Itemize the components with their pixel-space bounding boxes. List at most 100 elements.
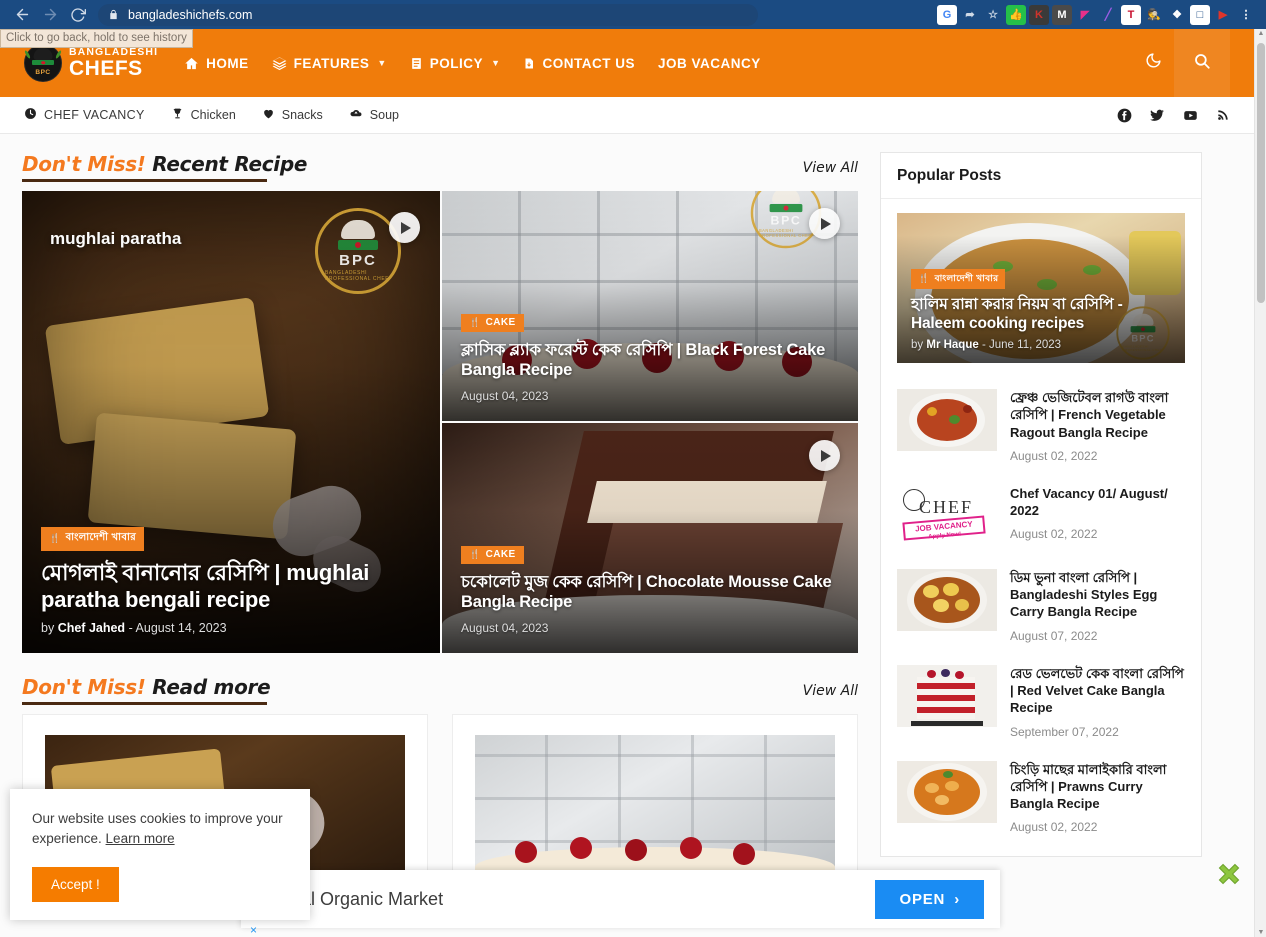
nav-item-contact-us[interactable]: CONTACT US (523, 56, 635, 71)
search-button[interactable] (1174, 29, 1230, 97)
badge-label: CAKE (485, 549, 516, 561)
close-icon[interactable] (1216, 861, 1242, 887)
address-bar[interactable]: bangladeshichefs.com (98, 3, 758, 26)
rss-icon[interactable] (1216, 108, 1230, 122)
section-prefix: Don't Miss! (22, 152, 146, 176)
post-title: ডিম ভুনা বাংলা রেসিপি | Bangladeshi Styl… (1010, 569, 1158, 620)
thumbs-up-extension-icon[interactable]: 👍 (1006, 4, 1026, 25)
nav-label: JOB VACANCY (657, 55, 761, 71)
post-author[interactable]: Chef Jahed (58, 621, 125, 635)
nav-item-job-vacancy[interactable]: JOB VACANCY (658, 56, 761, 71)
post-author[interactable]: Mr Haque (926, 339, 978, 351)
utensils-icon: 🍴 (49, 533, 61, 544)
header-actions (1132, 29, 1230, 97)
nav-item-features[interactable]: FEATURES ▼ (272, 56, 387, 71)
youtube-icon[interactable] (1182, 108, 1199, 123)
layers-icon (272, 56, 287, 71)
badge-label: বাংলাদেশী খাবার (934, 272, 999, 283)
advertisement-bar: r Local Organic Market OPEN › (241, 870, 1000, 928)
featured-post-side-2[interactable]: 🍴 CAKE চকোলেট মুজ কেক রেসিপি | Chocolate… (442, 423, 858, 653)
agent-extension-icon[interactable]: 🕵 (1144, 5, 1164, 25)
puzzle-extensions-icon[interactable]: ❖ (1167, 5, 1187, 25)
category-badge[interactable]: 🍴 CAKE (461, 546, 524, 565)
popular-list-item[interactable]: ফ্রেঞ্চ ভেজিটেবল রাগউ বাংলা রেসিপি | Fre… (897, 379, 1185, 475)
site-logo[interactable]: BPC BANGLADESHI CHEFS (23, 44, 158, 82)
heart-icon (262, 107, 275, 123)
category-badge[interactable]: 🍴 বাংলাদেশী খাবার (911, 268, 1006, 289)
sidebar: Popular Posts 🍴 বাংলাদেশী খাবার হালিম রা… (880, 152, 1202, 937)
post-date: September 07, 2022 (1010, 724, 1119, 739)
google-icon[interactable]: G (937, 4, 957, 25)
category-badge[interactable]: 🍴 CAKE (461, 314, 524, 333)
section-prefix: Don't Miss! (22, 675, 146, 699)
reload-button[interactable] (64, 3, 92, 27)
grammarly-extension-icon[interactable]: ╱ (1098, 5, 1118, 25)
popular-list-item[interactable]: CHEF JOB VACANCY Apply Now! Chef Vacancy … (897, 475, 1185, 559)
post-date: June 11, 2023 (989, 339, 1062, 351)
kaspersky-extension-icon[interactable]: K (1029, 4, 1049, 25)
chevron-right-icon: › (954, 890, 960, 908)
twitter-icon[interactable] (1149, 108, 1165, 123)
social-links (1117, 108, 1230, 123)
section-name: Read more (152, 675, 271, 699)
learn-more-link[interactable]: Learn more (106, 831, 175, 846)
post-title: চিংড়ি মাছের মালাইকারি বাংলা রেসিপি | Pra… (1010, 761, 1167, 812)
accept-cookies-button[interactable]: Accept ! (32, 867, 119, 902)
popular-list-item[interactable]: চিংড়ি মাছের মালাইকারি বাংলা রেসিপি | Pra… (897, 751, 1185, 847)
post-thumbnail (897, 664, 997, 727)
post-meta: by Chef Jahed - August 14, 2023 (41, 621, 227, 635)
scrollbar-thumb[interactable] (1257, 43, 1265, 303)
url-text: bangladeshichefs.com (128, 7, 253, 22)
subnav-item-chicken[interactable]: Chicken (171, 107, 236, 123)
pink-flag-extension-icon[interactable]: ◤ (1075, 5, 1095, 25)
featured-post-main[interactable]: mughlai paratha BPC BANGLADESHI PROFESSI… (22, 191, 440, 653)
category-badge[interactable]: 🍴 বাংলাদেশী খাবার (41, 527, 145, 552)
share-icon[interactable]: ➦ (960, 5, 980, 25)
sidepanel-icon[interactable]: □ (1190, 4, 1210, 25)
subnav-item-chef-vacancy[interactable]: CHEF VACANCY (24, 107, 145, 123)
ad-open-button[interactable]: OPEN › (875, 879, 984, 919)
nav-item-policy[interactable]: POLICY ▼ (410, 56, 501, 71)
chrome-menu-icon[interactable]: ⋮ (1236, 5, 1256, 25)
badge-label: CAKE (485, 317, 516, 329)
post-thumbnail (897, 568, 997, 631)
subnav-item-snacks[interactable]: Snacks (262, 107, 323, 123)
utensils-icon: 🍴 (469, 317, 481, 328)
search-icon (1193, 52, 1211, 75)
section-title: Don't Miss! Read more (22, 675, 271, 699)
popular-posts-header: Popular Posts (881, 153, 1201, 199)
logo-monogram: BPC (35, 69, 51, 76)
view-all-recent-link[interactable]: View All (803, 160, 858, 176)
popular-list-item[interactable]: ডিম ভুনা বাংলা রেসিপি | Bangladeshi Styl… (897, 559, 1185, 655)
back-button[interactable] (8, 3, 36, 27)
subnav-item-soup[interactable]: Soup (349, 107, 399, 123)
facebook-icon[interactable] (1117, 108, 1132, 123)
post-date: August 14, 2023 (135, 621, 227, 635)
cloud-upload-icon (349, 107, 363, 123)
featured-post-side-1[interactable]: BPCBANGLADESHI PROFESSIONAL CHEF 🍴 CAKE … (442, 191, 858, 421)
dark-mode-toggle[interactable] (1132, 29, 1174, 97)
widget-title: Popular Posts (897, 167, 1002, 184)
forward-button[interactable] (36, 3, 64, 27)
utensils-icon: 🍴 (918, 272, 930, 283)
popular-list-item[interactable]: রেড ভেলভেট কেক বাংলা রেসিপি | Red Velvet… (897, 655, 1185, 751)
subnav-label: Soup (369, 108, 399, 122)
ad-close-x[interactable]: × (250, 923, 257, 937)
bookmark-star-icon[interactable]: ☆ (983, 5, 1003, 25)
post-thumbnail (897, 389, 997, 451)
popular-featured-post[interactable]: BPCBANGLADESHI PROFESSIONAL CHEF 🍴 বাংলা… (897, 213, 1185, 363)
nav-item-home[interactable]: HOME (184, 56, 249, 71)
post-title: Chef Vacancy 01/ August/ 2022 (1010, 485, 1168, 519)
page-viewport: BPC BANGLADESHI CHEFS HOME FEATURES ▼ PO… (0, 29, 1254, 937)
bpc-logo-mark: BPC (23, 44, 63, 82)
page-scrollbar[interactable]: ▲ ▼ (1254, 29, 1266, 937)
view-all-readmore-link[interactable]: View All (803, 683, 858, 699)
video-extension-icon[interactable]: ▶ (1213, 5, 1233, 25)
chevron-down-icon: ▼ (491, 58, 501, 68)
mailtrack-extension-icon[interactable]: M (1052, 4, 1072, 25)
tampermonkey-extension-icon[interactable]: T (1121, 4, 1141, 25)
post-meta: by Mr Haque - June 11, 2023 (911, 339, 1062, 351)
post-date: August 02, 2022 (1010, 527, 1098, 542)
cookie-consent-banner: Our website uses cookies to improve your… (10, 788, 310, 920)
post-title: চকোলেট মুজ কেক রেসিপি | Chocolate Mousse… (461, 573, 832, 612)
